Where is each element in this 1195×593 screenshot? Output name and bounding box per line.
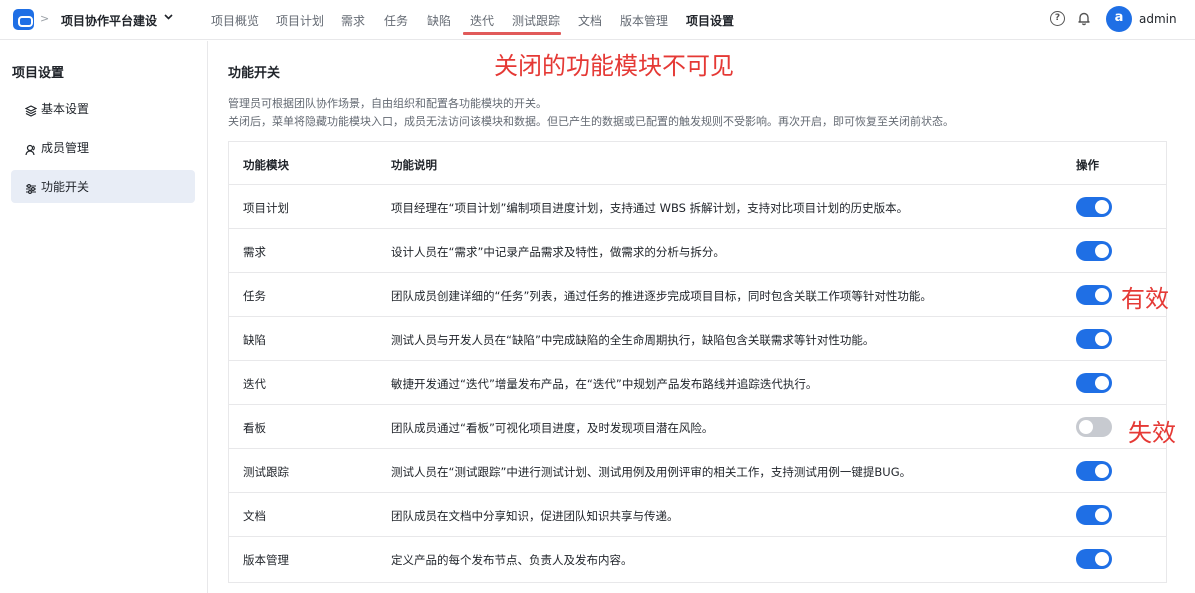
module-description: 敏捷开发通过“迭代”增量发布产品，在“迭代”中规划产品发布路线并追踪迭代执行。: [391, 377, 818, 391]
tab-overview[interactable]: 项目概览: [211, 12, 259, 29]
column-header-module: 功能模块: [243, 158, 289, 172]
module-description: 测试人员与开发人员在“缺陷”中完成缺陷的全生命周期执行，缺陷包含关联需求等针对性…: [391, 333, 875, 347]
table-row: 缺陷 测试人员与开发人员在“缺陷”中完成缺陷的全生命周期执行，缺陷包含关联需求等…: [229, 317, 1166, 361]
tab-project-settings[interactable]: 项目设置: [686, 12, 734, 29]
username[interactable]: admin: [1139, 12, 1177, 26]
avatar[interactable]: a: [1106, 6, 1132, 32]
page-title: 功能开关: [228, 66, 281, 81]
module-description: 项目经理在“项目计划”编制项目进度计划，支持通过 WBS 拆解计划，支持对比项目…: [391, 201, 909, 215]
module-name: 版本管理: [243, 553, 289, 567]
module-description: 团队成员通过“看板”可视化项目进度，及时发现项目潜在风险。: [391, 421, 714, 435]
sidebar-title: 项目设置: [12, 66, 65, 81]
users-icon: [25, 141, 37, 156]
tab-documents[interactable]: 文档: [578, 12, 602, 29]
module-description: 定义产品的每个发布节点、负责人及发布内容。: [391, 553, 633, 567]
table-header: 功能模块 功能说明 操作: [229, 142, 1166, 185]
sidebar-item-feature-toggles[interactable]: 功能开关: [11, 170, 195, 203]
project-name[interactable]: 项目协作平台建设: [61, 12, 157, 29]
breadcrumb-chevron-icon: >: [40, 12, 50, 25]
table-row: 迭代 敏捷开发通过“迭代”增量发布产品，在“迭代”中规划产品发布路线并追踪迭代执…: [229, 361, 1166, 405]
module-name: 需求: [243, 245, 266, 259]
sidebar-item-label: 成员管理: [41, 141, 90, 155]
module-name: 文档: [243, 509, 266, 523]
top-bar: > 项目协作平台建设 项目概览 项目计划 需求 任务 缺陷 迭代 测试跟踪 文档…: [0, 0, 1195, 40]
module-name: 看板: [243, 421, 266, 435]
module-name: 迭代: [243, 377, 266, 391]
annotation-enabled: 有效: [1121, 285, 1169, 313]
description-line-1: 管理员可根据团队协作场景，自由组织和配置各功能模块的开关。: [228, 97, 547, 110]
module-name: 测试跟踪: [243, 465, 289, 479]
tab-version-management[interactable]: 版本管理: [620, 12, 668, 29]
toggle-switch[interactable]: [1076, 461, 1112, 481]
tab-tasks[interactable]: 任务: [384, 12, 408, 29]
module-description: 团队成员创建详细的“任务”列表，通过任务的推进逐步完成项目目标，同时包含关联工作…: [391, 289, 932, 303]
toggle-switch[interactable]: [1076, 549, 1112, 569]
table-row: 文档 团队成员在文档中分享知识，促进团队知识共享与传递。: [229, 493, 1166, 537]
annotation-underline: [463, 32, 561, 35]
app-logo-icon[interactable]: [13, 9, 34, 30]
sidebar-item-member-management[interactable]: 成员管理: [11, 131, 195, 164]
module-name: 项目计划: [243, 201, 289, 215]
module-description: 测试人员在“测试跟踪”中进行测试计划、测试用例及用例评审的相关工作，支持测试用例…: [391, 465, 912, 479]
toggle-switch[interactable]: [1076, 505, 1112, 525]
sidebar-item-label: 功能开关: [41, 180, 90, 194]
help-icon[interactable]: ?: [1050, 11, 1065, 26]
column-header-action: 操作: [1076, 158, 1099, 172]
sidebar-item-label: 基本设置: [41, 102, 90, 116]
sidebar: 项目设置 基本设置 成员管理 功能开关: [0, 41, 208, 593]
module-name: 任务: [243, 289, 266, 303]
annotation-disabled: 失效: [1128, 419, 1176, 447]
tab-requirements[interactable]: 需求: [341, 12, 365, 29]
table-row: 需求 设计人员在“需求”中记录产品需求及特性，做需求的分析与拆分。: [229, 229, 1166, 273]
tab-project-plan[interactable]: 项目计划: [276, 12, 324, 29]
module-name: 缺陷: [243, 333, 266, 347]
toggle-switch[interactable]: [1076, 417, 1112, 437]
toggle-switch[interactable]: [1076, 373, 1112, 393]
toggle-switch[interactable]: [1076, 197, 1112, 217]
chevron-down-icon[interactable]: [163, 11, 174, 25]
sidebar-item-basic-settings[interactable]: 基本设置: [11, 92, 195, 125]
table-row: 项目计划 项目经理在“项目计划”编制项目进度计划，支持通过 WBS 拆解计划，支…: [229, 185, 1166, 229]
sliders-icon: [25, 180, 37, 194]
table-row: 版本管理 定义产品的每个发布节点、负责人及发布内容。: [229, 537, 1166, 581]
tab-defects[interactable]: 缺陷: [427, 12, 451, 29]
table-row: 任务 团队成员创建详细的“任务”列表，通过任务的推进逐步完成项目目标，同时包含关…: [229, 273, 1166, 317]
module-description: 设计人员在“需求”中记录产品需求及特性，做需求的分析与拆分。: [391, 245, 725, 259]
tab-iterations[interactable]: 迭代: [470, 12, 494, 29]
toggle-switch[interactable]: [1076, 285, 1112, 305]
table-row: 看板 团队成员通过“看板”可视化项目进度，及时发现项目潜在风险。: [229, 405, 1166, 449]
bell-icon[interactable]: [1077, 11, 1092, 26]
feature-toggle-table: 功能模块 功能说明 操作 项目计划 项目经理在“项目计划”编制项目进度计划，支持…: [228, 141, 1167, 583]
table-row: 测试跟踪 测试人员在“测试跟踪”中进行测试计划、测试用例及用例评审的相关工作，支…: [229, 449, 1166, 493]
layers-icon: [24, 102, 38, 117]
tab-test-tracking[interactable]: 测试跟踪: [512, 12, 560, 29]
module-description: 团队成员在文档中分享知识，促进团队知识共享与传递。: [391, 509, 679, 523]
column-header-description: 功能说明: [391, 158, 437, 172]
description-line-2: 关闭后，菜单将隐藏功能模块入口，成员无法访问该模块和数据。但已产生的数据或已配置…: [228, 115, 954, 128]
annotation-hidden-modules: 关闭的功能模块不可见: [494, 52, 734, 80]
toggle-switch[interactable]: [1076, 329, 1112, 349]
toggle-switch[interactable]: [1076, 241, 1112, 261]
